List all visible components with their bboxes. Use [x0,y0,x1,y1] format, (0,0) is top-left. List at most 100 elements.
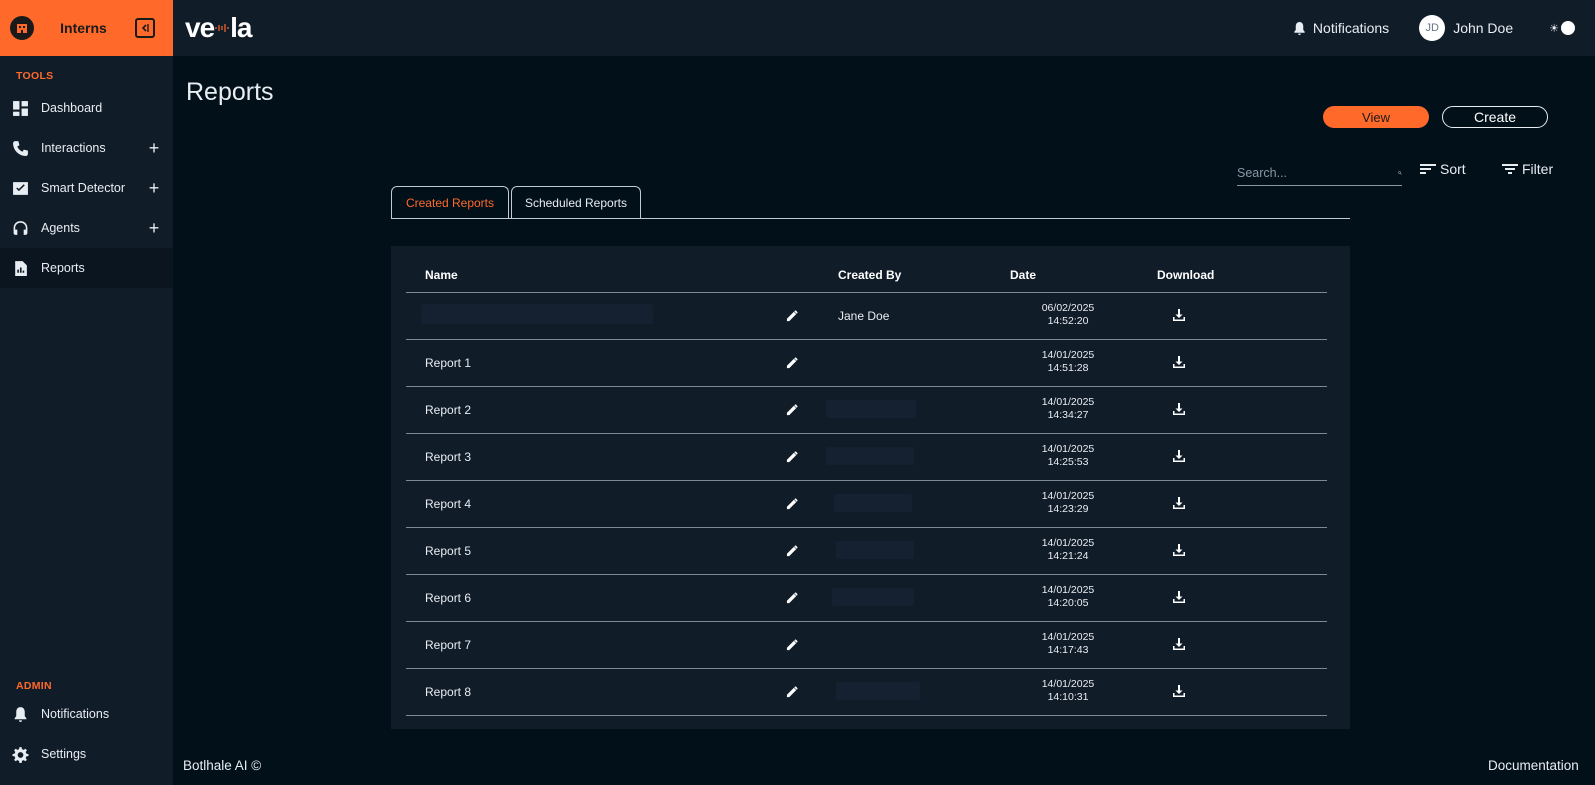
download-icon[interactable] [1172,684,1186,698]
download-icon[interactable] [1172,308,1186,322]
table-row[interactable]: Report 8 14/01/2025 14:10:31 [406,669,1327,716]
report-date-day: 14/01/2025 [1041,678,1095,690]
report-name[interactable]: Report 6 [425,591,471,605]
report-name[interactable]: Report 5 [425,544,471,558]
tab-created-reports[interactable]: Created Reports [391,186,509,218]
report-date-time: 14:52:20 [1047,315,1089,327]
sidebar-item-smart-detector[interactable]: Smart Detector + [0,168,173,208]
column-header-download: Download [1157,268,1215,282]
table-row[interactable]: Report 4 14/01/2025 14:23:29 [406,481,1327,528]
redacted-created-by [826,400,916,418]
search-input[interactable] [1237,165,1398,180]
report-name[interactable]: Report 4 [425,497,471,511]
column-header-date[interactable]: Date [1010,268,1036,282]
theme-toggle[interactable]: ☀ [1549,21,1575,35]
edit-icon[interactable] [786,591,799,604]
footer-copyright: Botlhale AI © [183,758,262,773]
table-row[interactable]: Report 2 14/01/2025 14:34:27 [406,387,1327,434]
download-icon[interactable] [1172,637,1186,651]
report-date-day: 14/01/2025 [1041,349,1095,361]
table-row[interactable]: Report 1 14/01/2025 14:51:28 [406,340,1327,387]
filter-label: Filter [1522,161,1554,177]
org-name: Interns [60,20,107,36]
brand-logo[interactable]: ve la [185,12,253,44]
edit-icon[interactable] [786,685,799,698]
edit-icon[interactable] [786,450,799,463]
sidebar-item-label: Notifications [41,707,110,721]
table-row[interactable]: Report 7 14/01/2025 14:17:43 [406,622,1327,669]
sidebar-item-label: Reports [41,261,85,275]
sidebar-item-reports[interactable]: Reports [0,248,173,288]
report-date-time: 14:10:31 [1047,691,1089,703]
report-name[interactable]: Report 8 [425,685,471,699]
download-icon[interactable] [1172,355,1186,369]
expand-plus-icon[interactable]: + [147,139,161,157]
edit-icon[interactable] [786,638,799,651]
download-icon[interactable] [1172,543,1186,557]
sidebar-item-label: Dashboard [41,101,103,115]
report-date: 06/02/2025 14:52:20 [1018,302,1118,328]
org-switcher[interactable]: Interns [0,0,173,56]
sidebar-item-notifications[interactable]: Notifications [0,694,173,734]
sun-icon: ☀ [1549,22,1559,35]
report-date: 14/01/2025 14:10:31 [1018,678,1118,704]
column-header-created-by[interactable]: Created By [838,268,901,282]
table-row[interactable]: Jane Doe 06/02/2025 14:52:20 [406,293,1327,340]
download-icon[interactable] [1172,496,1186,510]
collapse-sidebar-icon[interactable] [135,18,155,38]
report-name[interactable]: Report 7 [425,638,471,652]
sidebar-item-settings[interactable]: Settings [0,734,173,774]
redacted-created-by [834,494,912,512]
bell-icon [1294,21,1305,35]
report-date-day: 06/02/2025 [1041,302,1095,314]
edit-icon[interactable] [786,544,799,557]
sort-icon [1420,164,1436,174]
top-bar: ve la Notifications JD John Doe ☀ [173,0,1595,56]
download-icon[interactable] [1172,402,1186,416]
download-icon[interactable] [1172,449,1186,463]
user-menu[interactable]: JD John Doe [1419,15,1513,41]
expand-plus-icon[interactable]: + [147,179,161,197]
tools-section-label: TOOLS [16,70,54,82]
table-row[interactable]: Report 3 14/01/2025 14:25:53 [406,434,1327,481]
gear-icon [12,746,29,763]
view-button[interactable]: View [1323,106,1429,128]
edit-icon[interactable] [786,497,799,510]
report-date: 14/01/2025 14:23:29 [1018,490,1118,516]
report-date: 14/01/2025 14:34:27 [1018,396,1118,422]
edit-icon[interactable] [786,403,799,416]
admin-section-label: ADMIN [16,680,52,692]
phone-icon [12,140,29,157]
sidebar: Interns TOOLS Dashboard Interactions + S… [0,0,173,785]
edit-icon[interactable] [786,356,799,369]
sidebar-item-dashboard[interactable]: Dashboard [0,88,173,128]
filter-button[interactable]: Filter [1502,161,1553,177]
sidebar-item-agents[interactable]: Agents + [0,208,173,248]
report-date-time: 14:20:05 [1047,597,1089,609]
documentation-link[interactable]: Documentation [1488,758,1579,773]
notifications-button[interactable]: Notifications [1292,20,1389,36]
table-row[interactable]: Report 6 14/01/2025 14:20:05 [406,575,1327,622]
edit-icon[interactable] [786,309,799,322]
sidebar-item-label: Interactions [41,141,106,155]
report-date-time: 14:17:43 [1047,644,1089,656]
notifications-label: Notifications [1312,20,1390,36]
report-date-time: 14:21:24 [1047,550,1089,562]
table-row[interactable]: Report 5 14/01/2025 14:21:24 [406,528,1327,575]
tab-scheduled-reports[interactable]: Scheduled Reports [511,186,641,218]
expand-plus-icon[interactable]: + [147,219,161,237]
created-by: Jane Doe [838,309,890,323]
sidebar-item-interactions[interactable]: Interactions + [0,128,173,168]
sidebar-item-label: Smart Detector [41,181,126,195]
report-date-day: 14/01/2025 [1041,584,1095,596]
sort-button[interactable]: Sort [1420,161,1466,177]
report-date-day: 14/01/2025 [1041,443,1095,455]
column-header-name[interactable]: Name [425,268,458,282]
search-icon[interactable] [1398,165,1402,181]
report-name[interactable]: Report 1 [425,356,471,370]
report-date-time: 14:51:28 [1047,362,1089,374]
report-name[interactable]: Report 3 [425,450,471,464]
report-name[interactable]: Report 2 [425,403,471,417]
create-button[interactable]: Create [1442,106,1548,128]
download-icon[interactable] [1172,590,1186,604]
